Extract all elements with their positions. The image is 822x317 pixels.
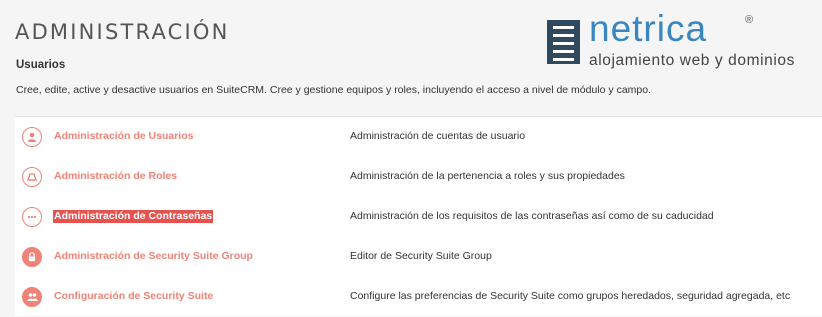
- group-icon: [22, 287, 42, 307]
- user-management-link[interactable]: Administración de Usuarios: [53, 130, 194, 143]
- admin-links-panel: Administración de Usuarios Administració…: [15, 116, 822, 316]
- lock-icon: [22, 247, 42, 267]
- row-description: Administración de la pertenencia a roles…: [350, 170, 625, 182]
- section-description: Cree, edite, active y desactive usuarios…: [16, 84, 651, 96]
- password-management-link[interactable]: Administración de Contraseñas: [53, 210, 214, 223]
- row-description: Configure las preferencias de Security S…: [350, 290, 791, 302]
- password-icon: [22, 207, 42, 227]
- roles-management-link[interactable]: Administración de Roles: [53, 170, 178, 183]
- row-description: Administración de los requisitos de las …: [350, 210, 714, 222]
- security-suite-config-link[interactable]: Configuración de Security Suite: [53, 290, 214, 303]
- list-item: Administración de Contraseñas Administra…: [15, 197, 822, 237]
- row-description: Administración de cuentas de usuario: [350, 130, 526, 142]
- netrica-logo: netrica ® alojamiento web y dominios: [547, 8, 817, 72]
- page-title: ADMINISTRACIÓN: [15, 20, 230, 45]
- row-description: Editor de Security Suite Group: [350, 250, 492, 262]
- section-title: Usuarios: [16, 59, 66, 71]
- logo-tagline: alojamiento web y dominios: [589, 52, 796, 69]
- user-icon: [22, 127, 42, 147]
- list-item: Administración de Security Suite Group E…: [15, 237, 822, 277]
- security-suite-group-link[interactable]: Administración de Security Suite Group: [53, 250, 254, 263]
- registered-mark: ®: [745, 14, 754, 26]
- server-stack-icon: [547, 20, 580, 64]
- list-item: Administración de Usuarios Administració…: [15, 117, 822, 157]
- roles-icon: [22, 167, 42, 187]
- list-item: Configuración de Security Suite Configur…: [15, 277, 822, 317]
- logo-wordmark: netrica: [589, 8, 708, 49]
- list-item: Administración de Roles Administración d…: [15, 157, 822, 197]
